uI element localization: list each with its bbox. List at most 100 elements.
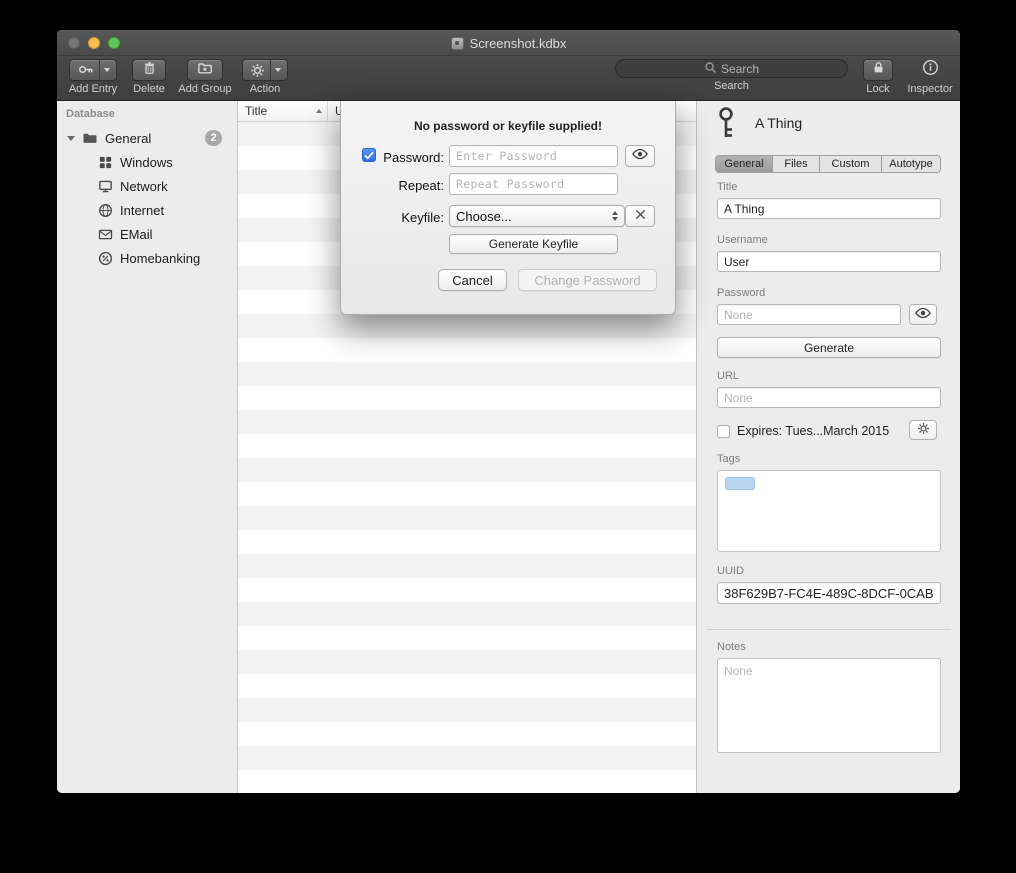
notes-field[interactable]: None	[717, 658, 941, 753]
tab-files[interactable]: Files	[773, 156, 820, 172]
sidebar-item-internet[interactable]: Internet	[57, 199, 237, 221]
password-field-label: Password	[717, 287, 765, 299]
password-field[interactable]: None	[717, 304, 901, 325]
envelope-icon	[97, 226, 113, 242]
username-field-label: Username	[717, 234, 768, 246]
url-placeholder: None	[724, 391, 753, 405]
expires-settings-button[interactable]	[909, 420, 937, 440]
search-input[interactable]: Search	[615, 59, 848, 78]
keyfile-popup-value: Choose...	[456, 209, 512, 224]
dialog-reveal-password-button[interactable]	[625, 145, 655, 167]
sidebar-item-windows[interactable]: Windows	[57, 151, 237, 173]
password-checkbox[interactable]	[362, 148, 376, 162]
add-entry-button[interactable]	[69, 59, 117, 81]
folder-plus-icon	[197, 60, 213, 81]
uuid-field[interactable]: 38F629B7-FC4E-489C-8DCF-0CAB	[717, 582, 941, 604]
add-entry-group: Add Entry	[63, 59, 123, 95]
sort-asc-icon	[316, 109, 322, 113]
generate-password-button[interactable]: Generate	[717, 337, 941, 358]
reveal-password-button[interactable]	[909, 304, 937, 325]
add-entry-dropdown[interactable]	[99, 60, 114, 80]
action-group: Action	[239, 59, 291, 95]
password-placeholder: None	[724, 308, 753, 322]
title-field-label: Title	[717, 181, 737, 193]
inspector-label: Inspector	[907, 83, 952, 95]
folder-icon	[82, 130, 98, 146]
add-group-label: Add Group	[178, 83, 231, 95]
inspector-panel: A Thing General Files Custom Autotype Ti…	[696, 101, 960, 793]
lock-group: Lock	[857, 59, 899, 95]
sidebar-item-email[interactable]: EMail	[57, 223, 237, 245]
add-entry-label: Add Entry	[69, 83, 117, 95]
search-icon	[704, 61, 717, 77]
window-title: Screenshot.kdbx	[470, 36, 567, 51]
key-icon	[73, 60, 99, 80]
titlebar[interactable]: Screenshot.kdbx	[57, 30, 960, 56]
tab-general[interactable]: General	[716, 156, 773, 172]
cancel-button[interactable]: Cancel	[438, 269, 507, 291]
uuid-field-label: UUID	[717, 565, 744, 577]
entry-title: A Thing	[755, 115, 802, 131]
tags-field-label: Tags	[717, 453, 740, 465]
url-field-label: URL	[717, 370, 739, 382]
sidebar-item-label: Internet	[120, 203, 164, 218]
generate-keyfile-button[interactable]: Generate Keyfile	[449, 234, 618, 254]
tags-box[interactable]	[717, 470, 941, 552]
chevron-updown-icon	[612, 211, 618, 221]
padlock-icon	[871, 60, 886, 80]
delete-button[interactable]	[132, 59, 166, 81]
delete-group: Delete	[127, 59, 171, 95]
action-dropdown[interactable]	[270, 60, 285, 80]
dialog-password-label: Password:	[376, 150, 444, 165]
key-icon	[716, 106, 742, 143]
notes-field-label: Notes	[717, 641, 746, 653]
document-icon	[451, 37, 464, 50]
action-button[interactable]	[242, 59, 288, 81]
add-group-group: Add Group	[175, 59, 235, 95]
percent-icon	[97, 250, 113, 266]
toolbar: Add Entry Delete Add Group	[57, 56, 960, 101]
add-group-button[interactable]	[187, 59, 223, 81]
chevron-down-icon	[275, 68, 281, 72]
delete-label: Delete	[133, 83, 165, 95]
sidebar-section-header: Database	[66, 108, 115, 120]
gear-icon	[245, 60, 270, 80]
monitor-icon	[97, 178, 113, 194]
disclosure-icon[interactable]	[67, 136, 75, 141]
sidebar-item-label: EMail	[120, 227, 153, 242]
column-header-title[interactable]: Title	[238, 101, 328, 121]
dialog-repeat-placeholder: Repeat Password	[456, 177, 564, 191]
sidebar-item-homebanking[interactable]: Homebanking	[57, 247, 237, 269]
sidebar-item-label: Windows	[120, 155, 173, 170]
inspector-toggle-group: Inspector	[903, 59, 957, 95]
lock-label: Lock	[866, 83, 889, 95]
tab-custom[interactable]: Custom	[820, 156, 882, 172]
sidebar-group-general[interactable]: General 2	[57, 127, 237, 149]
entry-count-badge: 2	[205, 130, 222, 146]
change-password-button[interactable]: Change Password	[518, 269, 657, 291]
info-icon	[922, 59, 939, 81]
action-label: Action	[250, 83, 281, 95]
dialog-repeat-input[interactable]: Repeat Password	[449, 173, 618, 195]
keyfile-popup[interactable]: Choose...	[449, 205, 625, 227]
dialog-message: No password or keyfile supplied!	[341, 119, 675, 133]
dialog-password-input[interactable]: Enter Password	[449, 145, 618, 167]
tab-autotype[interactable]: Autotype	[882, 156, 940, 172]
clear-keyfile-button[interactable]	[625, 205, 655, 227]
globe-icon	[97, 202, 113, 218]
lock-button[interactable]	[863, 59, 893, 81]
search-placeholder: Search	[721, 62, 759, 76]
tag-chip[interactable]	[725, 477, 755, 490]
chevron-down-icon	[104, 68, 110, 72]
change-password-dialog: No password or keyfile supplied! Passwor…	[340, 101, 676, 315]
eye-icon	[914, 307, 932, 322]
url-field[interactable]: None	[717, 387, 941, 408]
title-field[interactable]: A Thing	[717, 198, 941, 219]
sidebar-item-network[interactable]: Network	[57, 175, 237, 197]
divider	[707, 629, 951, 630]
inspector-button[interactable]	[922, 59, 939, 81]
sidebar-item-label: Network	[120, 179, 168, 194]
column-title-label: Title	[245, 104, 267, 118]
expires-checkbox[interactable]	[717, 425, 730, 438]
username-field[interactable]: User	[717, 251, 941, 272]
